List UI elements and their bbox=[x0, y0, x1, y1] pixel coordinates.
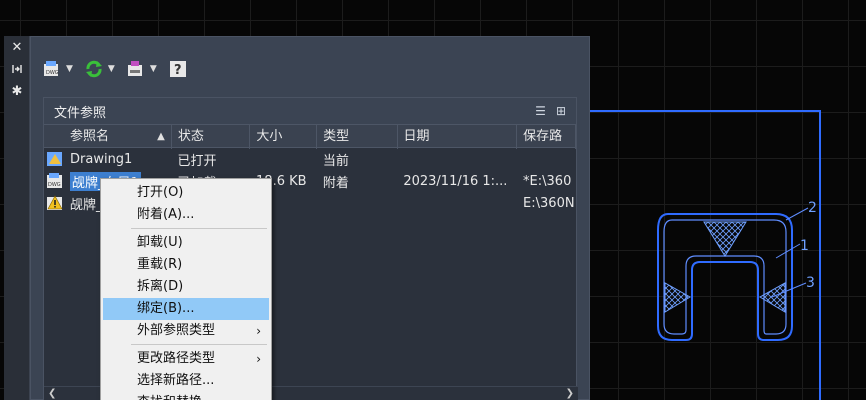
change-path-caret-icon: ▼ bbox=[149, 64, 157, 74]
reference-name: Drawing1 bbox=[70, 151, 133, 167]
sort-ascending-icon: ▲ bbox=[157, 131, 165, 142]
pin-icon[interactable] bbox=[4, 58, 30, 80]
dwg-reference-icon: DWG bbox=[47, 173, 62, 188]
close-icon[interactable]: ✕ bbox=[4, 36, 30, 58]
column-header-size[interactable]: 大小 bbox=[250, 125, 318, 149]
help-button[interactable]: ? bbox=[167, 58, 189, 80]
menu-item-find-replace[interactable]: 查找和替换... bbox=[103, 392, 269, 400]
scroll-right-icon[interactable]: ❯ bbox=[566, 388, 574, 399]
column-header-name[interactable]: 参照名 ▲ bbox=[44, 125, 172, 149]
scroll-left-icon[interactable]: ❮ bbox=[48, 388, 56, 399]
menu-item-open[interactable]: 打开(O) bbox=[103, 182, 269, 204]
settings-icon[interactable]: ✱ bbox=[4, 80, 30, 102]
submenu-arrow-icon: › bbox=[256, 324, 261, 338]
column-header-saved-path[interactable]: 保存路 bbox=[517, 125, 577, 149]
menu-separator bbox=[131, 228, 267, 229]
drawing-file-icon bbox=[47, 152, 62, 166]
file-references-header: 文件参照 ☰ ⊞ bbox=[44, 98, 576, 124]
leader-label-3: 3 bbox=[806, 275, 815, 291]
table-header: 参照名 ▲ 状态 大小 类型 日期 保存路 bbox=[44, 124, 577, 149]
leader-label-1: 1 bbox=[800, 238, 809, 254]
menu-separator bbox=[131, 344, 267, 345]
reference-name: 觇牌_ bbox=[70, 197, 103, 213]
menu-item-bind[interactable]: 绑定(B)... bbox=[103, 298, 269, 320]
column-header-date[interactable]: 日期 bbox=[398, 125, 518, 149]
attach-dwg-button[interactable]: DWG ▼ bbox=[41, 58, 79, 80]
menu-item-select-new-path[interactable]: 选择新路径... bbox=[103, 370, 269, 392]
help-icon: ? bbox=[167, 58, 189, 80]
change-path-icon bbox=[125, 58, 147, 80]
menu-item-attach[interactable]: 附着(A)... bbox=[103, 204, 269, 226]
warning-reference-icon bbox=[47, 195, 63, 210]
refresh-button[interactable]: ▼ bbox=[83, 58, 121, 80]
leader-label-2: 2 bbox=[808, 200, 817, 216]
menu-item-xref-type[interactable]: 外部参照类型 › bbox=[103, 320, 269, 342]
menu-item-reload[interactable]: 重载(R) bbox=[103, 254, 269, 276]
refresh-icon bbox=[83, 58, 105, 80]
attach-dwg-caret-icon: ▼ bbox=[66, 64, 73, 74]
submenu-arrow-icon: › bbox=[256, 352, 261, 366]
svg-text:DWG: DWG bbox=[48, 182, 61, 188]
menu-item-change-path-type[interactable]: 更改路径类型 › bbox=[103, 348, 269, 370]
menu-item-detach[interactable]: 拆离(D) bbox=[103, 276, 269, 298]
column-header-status[interactable]: 状态 bbox=[172, 125, 251, 149]
svg-text:DWG: DWG bbox=[46, 70, 59, 76]
menu-item-unload[interactable]: 卸载(U) bbox=[103, 232, 269, 254]
section-title: 文件参照 bbox=[54, 105, 107, 121]
palette-side-strip: ✕ ✱ bbox=[4, 36, 30, 400]
svg-text:?: ? bbox=[174, 63, 182, 78]
table-row[interactable]: Drawing1 已打开 当前 bbox=[44, 148, 576, 170]
list-view-icon[interactable]: ☰ bbox=[535, 104, 546, 118]
hatch-top bbox=[703, 221, 747, 257]
attach-dwg-icon: DWG bbox=[41, 58, 63, 80]
change-path-button[interactable]: ▼ bbox=[125, 58, 163, 80]
palette-toolbar: DWG ▼ ▼ ▼ ? bbox=[41, 55, 189, 83]
refresh-caret-icon: ▼ bbox=[107, 64, 115, 74]
context-menu: 打开(O) 附着(A)... 卸载(U) 重载(R) 拆离(D) 绑定(B)..… bbox=[100, 178, 272, 400]
tree-view-icon[interactable]: ⊞ bbox=[556, 104, 566, 118]
column-header-type[interactable]: 类型 bbox=[317, 125, 398, 149]
